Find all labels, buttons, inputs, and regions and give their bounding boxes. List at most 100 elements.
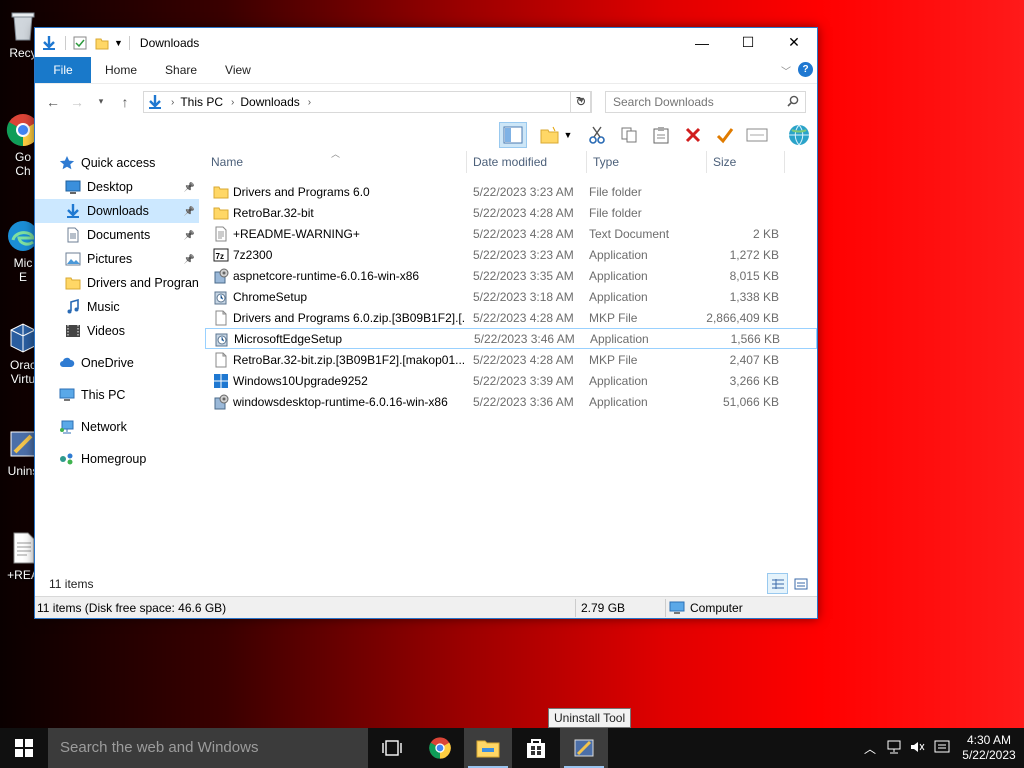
network-icon[interactable] (882, 740, 906, 757)
taskbar-store[interactable] (512, 728, 560, 768)
rename-button[interactable] (711, 122, 739, 148)
task-view-button[interactable] (368, 728, 416, 768)
file-name: Drivers and Programs 6.0.zip.[3B09B1F2].… (233, 310, 465, 325)
maximize-button[interactable]: ☐ (725, 28, 771, 57)
taskbar-file-explorer[interactable] (464, 728, 512, 768)
breadcrumb-downloads[interactable]: Downloads (240, 95, 299, 109)
tab-file[interactable]: File (35, 57, 91, 83)
refresh-button[interactable]: ↻ (570, 91, 592, 113)
file-name-cell: MicrosoftEdgeSetup (206, 331, 466, 347)
seven-zip-icon: 7z (213, 247, 229, 263)
copy-button[interactable] (615, 122, 643, 148)
taskbar-search-box[interactable]: Search the web and Windows (48, 728, 368, 768)
status-disk-info: 11 items (Disk free space: 46.6 GB) (37, 601, 227, 615)
help-icon[interactable]: ? (798, 62, 813, 77)
store-icon (527, 739, 545, 758)
sidebar-item-downloads[interactable]: Downloads 📌 (35, 199, 199, 223)
file-row[interactable]: RetroBar.32-bit.zip.[3B09B1F2].[makop01.… (205, 349, 817, 370)
chevron-right-icon[interactable]: › (231, 97, 234, 108)
chevron-up-icon[interactable]: ︿ (858, 740, 882, 757)
tab-share[interactable]: Share (151, 57, 211, 83)
sidebar-item-this-pc[interactable]: This PC (35, 383, 199, 407)
sidebar-item-drivers-and-progran[interactable]: Drivers and Progran (35, 271, 199, 295)
back-button[interactable]: ← (41, 94, 65, 110)
explorer-window[interactable]: ▼ Downloads — ☐ ✕ File Home Share View ﹀… (34, 27, 818, 619)
preview-pane-button[interactable] (499, 122, 527, 148)
pin-icon[interactable]: 📌 (184, 230, 195, 241)
column-date-modified[interactable]: Date modified (467, 151, 587, 173)
search-input[interactable] (606, 92, 776, 112)
expand-ribbon-icon[interactable]: ﹀ (781, 63, 791, 78)
large-icons-view-button[interactable] (790, 573, 811, 594)
sidebar-item-pictures[interactable]: Pictures 📌 (35, 247, 199, 271)
recent-locations-button[interactable]: ▾ (89, 96, 113, 107)
file-size: 3,266 KB (729, 373, 779, 388)
file-row[interactable]: windowsdesktop-runtime-6.0.16-win-x86 5/2… (205, 391, 817, 412)
pictures-icon (65, 251, 81, 267)
customize-quick-access-icon[interactable]: ▼ (114, 38, 123, 48)
sidebar-item-videos[interactable]: Videos (35, 319, 199, 343)
close-button[interactable]: ✕ (771, 28, 817, 57)
paste-button[interactable] (647, 122, 675, 148)
start-button[interactable] (0, 728, 48, 768)
search-box[interactable] (605, 91, 806, 113)
new-item-dropdown[interactable]: ▼ (561, 122, 575, 148)
up-button[interactable]: ↑ (113, 94, 137, 110)
file-row[interactable]: Drivers and Programs 6.0 5/22/2023 3:23 A… (205, 181, 817, 202)
delete-button[interactable] (679, 122, 707, 148)
sidebar-item-quick-access[interactable]: Quick access (35, 151, 199, 175)
file-row[interactable]: MicrosoftEdgeSetup 5/22/2023 3:46 AM Appli… (205, 328, 817, 349)
folder-icon (213, 205, 229, 221)
taskbar-uninstall-tool[interactable] (560, 728, 608, 768)
properties-button[interactable] (743, 122, 771, 148)
sidebar-item-homegroup[interactable]: Homegroup (35, 447, 199, 471)
download-icon (147, 94, 163, 110)
tab-home[interactable]: Home (91, 57, 151, 83)
file-explorer-icon (476, 740, 500, 758)
details-view-button[interactable] (767, 573, 788, 594)
column-type[interactable]: Type (587, 151, 707, 173)
file-row[interactable]: 7z 7z2300 5/22/2023 3:23 AM Application 1,27… (205, 244, 817, 265)
file-row[interactable]: +README-WARNING+ 5/22/2023 4:28 AM Text Do… (205, 223, 817, 244)
clock[interactable]: 4:30 AM 5/22/2023 (954, 733, 1024, 763)
column-size[interactable]: Size (707, 151, 785, 173)
new-folder-icon[interactable] (94, 35, 110, 51)
pin-icon[interactable]: 📌 (184, 254, 195, 265)
file-date: 5/22/2023 3:39 AM (473, 373, 574, 388)
taskbar-chrome[interactable] (416, 728, 464, 768)
file-name-cell: Drivers and Programs 6.0.zip.[3B09B1F2].… (205, 310, 465, 326)
sidebar-item-label: This PC (81, 388, 126, 402)
file-date: 5/22/2023 3:18 AM (473, 289, 574, 304)
address-bar[interactable]: › This PC › Downloads › ▾ (143, 91, 591, 113)
forward-button[interactable]: → (65, 94, 89, 110)
pin-icon[interactable]: 📌 (184, 182, 195, 193)
title-bar[interactable]: ▼ Downloads — ☐ ✕ (35, 28, 817, 57)
sidebar-item-onedrive[interactable]: OneDrive (35, 351, 199, 375)
sidebar-item-music[interactable]: Music (35, 295, 199, 319)
search-icon (787, 95, 799, 107)
options-button[interactable] (785, 122, 813, 148)
file-row[interactable]: RetroBar.32-bit 5/22/2023 4:28 AM File fol… (205, 202, 817, 223)
file-row[interactable]: aspnetcore-runtime-6.0.16-win-x86 5/22/20… (205, 265, 817, 286)
minimize-button[interactable]: — (679, 28, 725, 57)
clipboard-icon (653, 127, 669, 144)
sidebar-item-desktop[interactable]: Desktop 📌 (35, 175, 199, 199)
tab-view[interactable]: View (211, 57, 265, 83)
file-row[interactable]: Windows10Upgrade9252 5/22/2023 3:39 AM App… (205, 370, 817, 391)
file-row[interactable]: Drivers and Programs 6.0.zip.[3B09B1F2].… (205, 307, 817, 328)
pin-icon[interactable]: 📌 (184, 206, 195, 217)
action-center-icon[interactable] (930, 740, 954, 757)
breadcrumb-this-pc[interactable]: This PC (180, 95, 223, 109)
sidebar-item-documents[interactable]: Documents 📌 (35, 223, 199, 247)
file-row[interactable]: ChromeSetup 5/22/2023 3:18 AM Application 1… (205, 286, 817, 307)
volume-muted-icon[interactable] (906, 740, 930, 757)
file-name-cell: windowsdesktop-runtime-6.0.16-win-x86 (205, 394, 465, 410)
cut-button[interactable] (583, 122, 611, 148)
chevron-right-icon[interactable]: › (308, 97, 311, 108)
file-date: 5/22/2023 3:46 AM (474, 331, 575, 346)
setup-icon (213, 289, 229, 305)
properties-icon[interactable] (72, 35, 88, 51)
sidebar-item-network[interactable]: Network (35, 415, 199, 439)
download-arrow-icon[interactable] (41, 35, 57, 51)
chevron-right-icon[interactable]: › (171, 97, 174, 108)
